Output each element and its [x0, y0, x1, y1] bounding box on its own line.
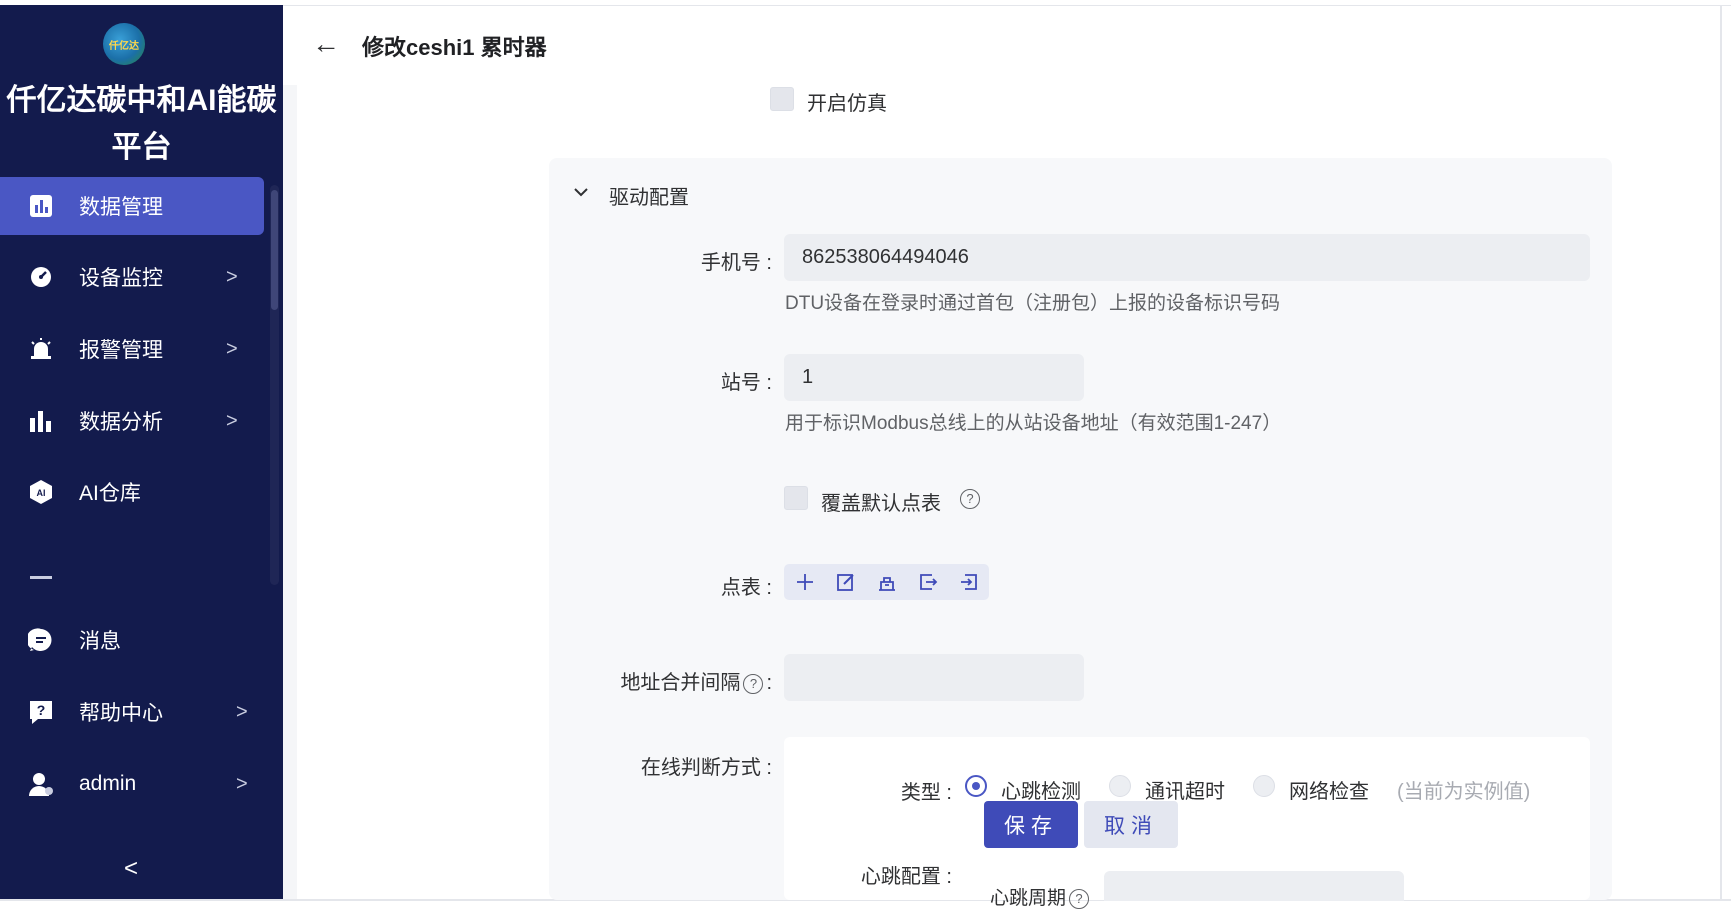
save-button[interactable]: 保存 — [984, 801, 1078, 848]
heartbeat-period-label: 心跳周期? — [990, 883, 1090, 910]
back-arrow-icon[interactable]: ← — [312, 28, 340, 60]
radio-network[interactable] — [1253, 775, 1275, 797]
heartbeat-period-input[interactable] — [1104, 871, 1404, 901]
app-brand: 仟亿达碳中和AI能碳 平台 — [0, 77, 283, 171]
user-icon — [28, 771, 54, 797]
brand-line-2: 平台 — [111, 131, 172, 164]
sidebar-item-label: 设备监控 — [79, 267, 163, 290]
sidebar-item-alarm[interactable]: 报警管理 > — [0, 320, 264, 378]
radio-note: (当前为实例值) — [1397, 781, 1531, 803]
bar-chart-icon — [28, 193, 54, 219]
chevron-right-icon: > — [226, 265, 238, 288]
sidebar-item-help[interactable]: ? 帮助中心 > — [0, 683, 264, 741]
phone-input[interactable]: 862538064494046 — [784, 234, 1590, 281]
sidebar-item-ai-warehouse[interactable]: AI AI仓库 — [0, 463, 264, 521]
sidebar: 仟亿达 仟亿达碳中和AI能碳 平台 数据管理 设备监控 > 报警管理 > 数据分… — [0, 5, 283, 899]
ai-icon: AI — [28, 479, 54, 505]
phone-hint: DTU设备在登录时通过首包（注册包）上报的设备标识号码 — [785, 293, 1281, 314]
analytics-icon — [28, 408, 54, 434]
sidebar-item-partial — [30, 576, 52, 579]
station-input[interactable]: 1 — [784, 354, 1084, 401]
radio-network-label: 网络检查 — [1289, 781, 1369, 803]
radio-heartbeat-label: 心跳检测 — [1001, 781, 1081, 803]
sidebar-item-label: 帮助中心 — [79, 702, 163, 725]
simulation-label: 开启仿真 — [807, 93, 887, 115]
logo-icon: 仟亿达 — [103, 23, 145, 65]
heartbeat-config-label: 心跳配置 : — [860, 866, 952, 888]
svg-text:?: ? — [37, 702, 46, 718]
gauge-icon — [28, 264, 54, 290]
page-title: 修改ceshi1 累时器 — [362, 35, 547, 60]
help-circle-icon[interactable]: ? — [743, 673, 764, 694]
sidebar-item-device-monitor[interactable]: 设备监控 > — [0, 248, 264, 306]
chevron-right-icon: > — [226, 409, 238, 432]
station-value: 1 — [802, 366, 814, 388]
radio-heartbeat[interactable] — [965, 775, 987, 797]
phone-label: 手机号 : — [700, 252, 772, 274]
sidebar-item-label: 数据分析 — [79, 411, 163, 434]
chevron-right-icon: > — [236, 772, 248, 795]
cancel-button[interactable]: 取消 — [1084, 801, 1178, 848]
chevron-right-icon: > — [236, 700, 248, 723]
collapse-sidebar-icon[interactable]: < — [124, 855, 138, 883]
content-left-gutter — [283, 85, 297, 900]
add-icon[interactable] — [784, 564, 825, 600]
chevron-down-icon[interactable] — [573, 184, 589, 205]
simulation-checkbox[interactable] — [770, 87, 794, 111]
override-default-checkbox[interactable] — [784, 486, 808, 510]
edit-icon[interactable] — [825, 564, 866, 600]
import-icon[interactable] — [948, 564, 989, 600]
heartbeat-period-text: 心跳周期 — [990, 888, 1067, 909]
merge-interval-label: 地址合并间隔?: — [560, 666, 772, 695]
online-judge-label: 在线判断方式 : — [640, 757, 772, 779]
points-toolbar — [784, 564, 989, 600]
sidebar-item-label: 消息 — [79, 630, 121, 653]
chevron-right-icon: > — [226, 337, 238, 360]
sidebar-item-messages[interactable]: 消息 — [0, 611, 264, 669]
sidebar-item-analysis[interactable]: 数据分析 > — [0, 392, 264, 450]
station-label: 站号 : — [720, 372, 772, 394]
radio-timeout-label: 通讯超时 — [1145, 781, 1225, 803]
driver-config-title[interactable]: 驱动配置 — [609, 181, 689, 210]
radio-timeout[interactable] — [1109, 775, 1131, 797]
library-icon[interactable] — [866, 564, 907, 600]
content-right-border — [1720, 5, 1722, 899]
help-circle-icon[interactable]: ? — [1069, 888, 1090, 909]
alarm-icon — [28, 336, 54, 362]
station-hint: 用于标识Modbus总线上的从站设备地址（有效范围1-247） — [785, 413, 1282, 434]
phone-value: 862538064494046 — [802, 246, 969, 268]
sidebar-item-label: 数据管理 — [79, 196, 163, 219]
sidebar-item-label: 报警管理 — [79, 339, 163, 362]
message-icon — [28, 627, 54, 653]
sidebar-scrollbar-thumb[interactable] — [271, 190, 278, 310]
help-circle-icon[interactable]: ? — [960, 489, 980, 509]
help-icon: ? — [28, 699, 54, 725]
sidebar-item-admin[interactable]: admin > — [0, 755, 264, 813]
sidebar-item-label: AI仓库 — [79, 482, 141, 505]
merge-interval-input[interactable] — [784, 654, 1084, 701]
override-default-label: 覆盖默认点表 — [821, 493, 941, 515]
sidebar-item-label: admin — [79, 772, 137, 795]
points-label: 点表 : — [720, 577, 772, 599]
export-icon[interactable] — [907, 564, 948, 600]
brand-line-1: 仟亿达碳中和AI能碳 — [6, 84, 277, 117]
merge-interval-colon: : — [766, 672, 772, 694]
svg-text:AI: AI — [37, 488, 46, 498]
merge-interval-text: 地址合并间隔 — [620, 672, 741, 694]
type-label: 类型 : — [900, 782, 952, 804]
sidebar-item-data-management[interactable]: 数据管理 — [0, 177, 264, 235]
